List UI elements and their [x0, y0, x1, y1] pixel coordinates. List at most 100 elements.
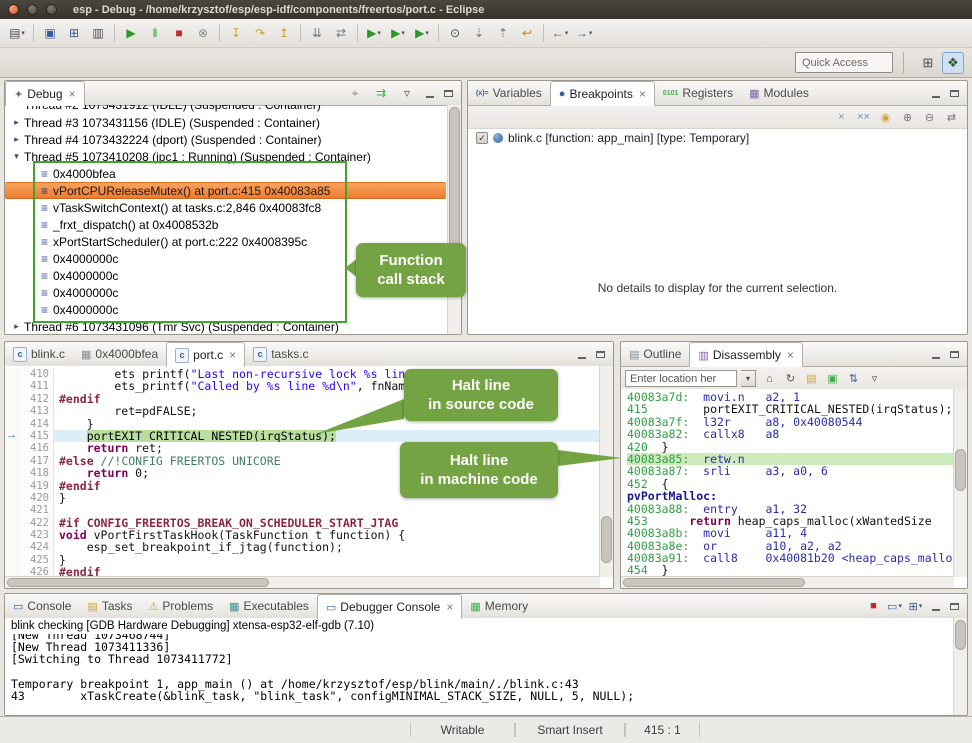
debug-thread-row[interactable]: ▸Thread #4 1073432224 (dport) (Suspended…: [5, 131, 448, 148]
save-all-icon[interactable]: ⊞: [62, 22, 86, 44]
breakpoint-checkbox[interactable]: ✓: [476, 132, 488, 144]
tab-debugger-console[interactable]: ▭Debugger Console×: [317, 594, 463, 619]
remove-all-breakpoints-icon[interactable]: ××: [854, 108, 873, 126]
display-selected-console-icon[interactable]: ▭▾: [885, 597, 904, 615]
open-perspective-icon[interactable]: ⊞: [917, 52, 939, 74]
close-tab-icon[interactable]: ×: [787, 348, 794, 362]
debug-thread-row[interactable]: ▾Thread #5 1073410208 (ipc1 : Running) (…: [5, 148, 448, 165]
location-input[interactable]: Enter location her: [625, 370, 737, 387]
collapse-all-icon[interactable]: ⊖: [920, 108, 939, 126]
view-menu-icon[interactable]: ▿: [395, 82, 419, 104]
tab-0x4000bfea[interactable]: ▦0x4000bfea: [73, 342, 166, 366]
editor-vscrollbar[interactable]: [599, 366, 613, 577]
previous-annotation-icon[interactable]: ⇡: [491, 22, 515, 44]
disassembly-listing[interactable]: 40083a7d: movi.n a2, 1415 portEXIT_CRITI…: [621, 389, 954, 577]
console-output[interactable]: blink checking [GDB Hardware Debugging] …: [5, 618, 954, 715]
show-breakpoints-supported-icon[interactable]: ◉: [876, 108, 895, 126]
minimize-view-icon[interactable]: [927, 598, 944, 615]
minimize-view-icon[interactable]: [927, 346, 944, 363]
expand-all-icon[interactable]: ⊕: [898, 108, 917, 126]
instruction-stepping-mode-icon[interactable]: ⇉: [369, 82, 393, 104]
new-icon[interactable]: ▤▾: [5, 22, 29, 44]
open-console-icon[interactable]: ⊞▾: [906, 597, 925, 615]
search-icon[interactable]: ⊙: [443, 22, 467, 44]
expand-arrow-icon[interactable]: ▸: [10, 134, 23, 145]
tab-debug[interactable]: ✦Debug×: [5, 81, 85, 106]
scrollbar-thumb[interactable]: [623, 578, 805, 587]
close-tab-icon[interactable]: ×: [446, 600, 453, 614]
sync-with-stack-frame-icon[interactable]: ⇅: [844, 370, 863, 388]
drop-to-frame-icon[interactable]: ⇊: [305, 22, 329, 44]
save-icon[interactable]: ▣: [38, 22, 62, 44]
terminate-icon[interactable]: ■: [864, 597, 883, 615]
tab-outline[interactable]: ▤Outline: [621, 342, 689, 366]
print-icon[interactable]: ▥: [86, 22, 110, 44]
quick-access[interactable]: Quick Access: [795, 52, 893, 73]
disasm-inst[interactable]: 40083a82: callx8 a8: [627, 428, 954, 440]
step-return-icon[interactable]: ↥: [272, 22, 296, 44]
tab-memory[interactable]: ▦Memory: [462, 594, 536, 618]
suspend-icon[interactable]: ‖: [143, 22, 167, 44]
tab-executables[interactable]: ▦Executables: [221, 594, 317, 618]
tab-port-c[interactable]: cport.c×: [166, 342, 245, 367]
close-button[interactable]: [8, 4, 19, 15]
run-icon[interactable]: ▶▾: [386, 22, 410, 44]
debug-thread-row[interactable]: ▸Thread #3 1073431156 (IDLE) (Suspended …: [5, 114, 448, 131]
maximize-view-icon[interactable]: [440, 85, 457, 102]
terminate-icon[interactable]: ■: [167, 22, 191, 44]
tab-console[interactable]: ▭Console: [5, 594, 79, 618]
expand-arrow-icon[interactable]: ▸: [10, 117, 23, 128]
maximize-button[interactable]: [46, 4, 57, 15]
home-icon[interactable]: ⌂: [760, 370, 779, 388]
disasm-label[interactable]: pvPortMalloc:: [627, 490, 954, 502]
disasm-inst[interactable]: 40083a91: call8 0x40081b20 <heap_caps_ma…: [627, 552, 954, 564]
close-tab-icon[interactable]: ×: [639, 87, 646, 101]
editor-hscrollbar[interactable]: [5, 576, 600, 588]
use-step-filters-icon[interactable]: ⇄: [329, 22, 353, 44]
disasm-inst[interactable]: 40083a87: srli a3, a0, 6: [627, 465, 954, 477]
disasm-src[interactable]: 415 portEXIT_CRITICAL_NESTED(irqStatus);: [627, 403, 954, 415]
view-menu-icon[interactable]: ▿: [865, 370, 884, 388]
stack-frame-row[interactable]: ≡0x4000bfea: [5, 165, 448, 182]
step-over-icon[interactable]: ↷: [248, 22, 272, 44]
disasm-inst[interactable]: 40083a8b: movi a11, 4: [627, 527, 954, 539]
forward-icon[interactable]: →▾: [572, 22, 596, 44]
back-icon[interactable]: ←▾: [548, 22, 572, 44]
stack-frame-row[interactable]: ≡vPortCPUReleaseMutex() at port.c:415 0x…: [5, 182, 446, 199]
stack-frame-row[interactable]: ≡_frxt_dispatch() at 0x4008532b: [5, 216, 448, 233]
show-source-icon[interactable]: ▤: [802, 370, 821, 388]
tab-tasks[interactable]: ▤Tasks: [79, 594, 140, 618]
tab-tasks-c[interactable]: ctasks.c: [245, 342, 316, 366]
scrollbar-thumb[interactable]: [955, 620, 966, 650]
disasm-src[interactable]: 454 }: [627, 564, 954, 576]
last-edit-location-icon[interactable]: ↩: [515, 22, 539, 44]
minimize-view-icon[interactable]: [421, 85, 438, 102]
breakpoint-item[interactable]: ✓blink.c [function: app_main] [type: Tem…: [468, 129, 967, 147]
refresh-icon[interactable]: ↻: [781, 370, 800, 388]
console-scrollbar[interactable]: [953, 618, 967, 715]
close-tab-icon[interactable]: ×: [69, 87, 76, 101]
code-line[interactable]: →415 portEXIT_CRITICAL_NESTED(irqStatus)…: [5, 430, 600, 442]
minimize-view-icon[interactable]: [927, 85, 944, 102]
resume-icon[interactable]: ▶: [119, 22, 143, 44]
minimize-button[interactable]: [27, 4, 38, 15]
disconnect-icon[interactable]: ⊗: [191, 22, 215, 44]
code-line[interactable]: 424 esp_set_breakpoint_if_jtag(function)…: [5, 541, 600, 553]
tab-modules[interactable]: ▦Modules: [741, 81, 817, 105]
code-line[interactable]: 425}: [5, 554, 600, 566]
maximize-view-icon[interactable]: [946, 598, 963, 615]
debug-thread-row[interactable]: ▸Thread #6 1073431096 (Tmr Svc) (Suspend…: [5, 318, 448, 334]
tab-variables[interactable]: (x)=Variables: [468, 81, 550, 105]
debug-icon[interactable]: ▶▾: [362, 22, 386, 44]
maximize-view-icon[interactable]: [592, 346, 609, 363]
external-tools-icon[interactable]: ▶▾: [410, 22, 434, 44]
code-line[interactable]: 421: [5, 504, 600, 516]
scrollbar-thumb[interactable]: [601, 516, 612, 563]
show-symbols-icon[interactable]: ▣: [823, 370, 842, 388]
debug-thread-row[interactable]: ▸Thread #2 1073431912 (IDLE) (Suspended …: [5, 105, 448, 114]
disassembly-vscrollbar[interactable]: [953, 389, 967, 577]
scrollbar-thumb[interactable]: [955, 449, 966, 491]
tab-disassembly[interactable]: ▥Disassembly×: [689, 342, 802, 367]
remove-selected-breakpoints-icon[interactable]: ×: [832, 108, 851, 126]
debug-scrollbar[interactable]: [447, 105, 461, 334]
